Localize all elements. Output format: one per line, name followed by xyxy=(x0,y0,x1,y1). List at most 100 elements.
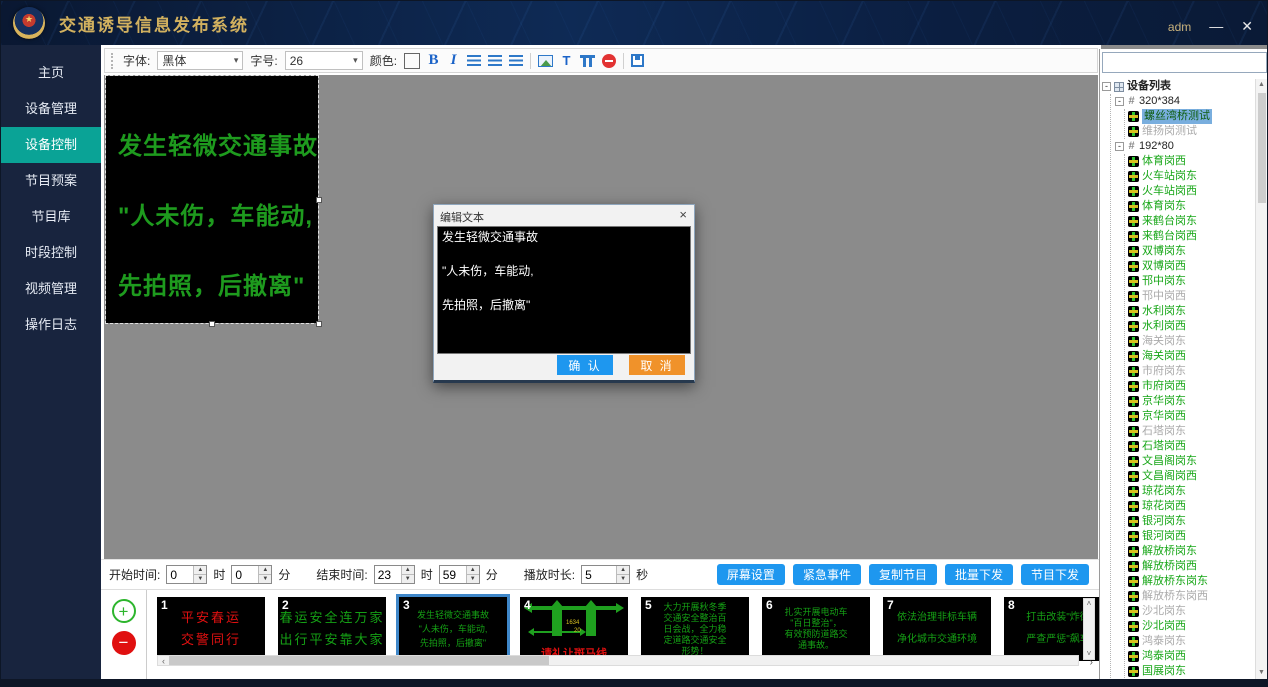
tree-device-item[interactable]: 体育岗西 xyxy=(1128,154,1255,169)
scroll-left-icon[interactable]: ‹ xyxy=(158,656,169,666)
tree-device-item[interactable]: 琼花岗东 xyxy=(1128,484,1255,499)
tree-device-item[interactable]: 解放桥岗东 xyxy=(1128,544,1255,559)
playlist-item-6[interactable]: 6扎实开展电动车"百日整治"，有效预防道路交通事故。 xyxy=(762,597,870,661)
sidebar-item-period-control[interactable]: 时段控制 xyxy=(1,235,101,271)
tree-device-item[interactable]: 解放桥岗西 xyxy=(1128,559,1255,574)
copy-program-button[interactable]: 复制节目 xyxy=(869,564,937,585)
spin-down-icon[interactable]: ▼ xyxy=(617,574,629,583)
start-minute-input[interactable] xyxy=(232,566,258,583)
end-minute-spinner[interactable]: ▲▼ xyxy=(439,565,480,584)
spin-up-icon[interactable]: ▲ xyxy=(617,566,629,574)
start-minute-spinner[interactable]: ▲▼ xyxy=(231,565,272,584)
playlist-item-2[interactable]: 2春运安全连万家出行平安靠大家 xyxy=(278,597,386,661)
bold-button[interactable]: B xyxy=(427,52,440,69)
tree-device-item[interactable]: 体育岗东 xyxy=(1128,199,1255,214)
playlist-item-1[interactable]: 1平安春运交警同行 xyxy=(157,597,265,661)
tree-device-item[interactable]: 火车站岗西 xyxy=(1128,184,1255,199)
tree-device-item[interactable]: 京华岗东 xyxy=(1128,394,1255,409)
screen-settings-button[interactable]: 屏幕设置 xyxy=(717,564,785,585)
spin-up-icon[interactable]: ▲ xyxy=(402,566,414,574)
spin-down-icon[interactable]: ▼ xyxy=(467,574,479,583)
insert-image-button[interactable] xyxy=(538,55,553,67)
device-tree-scrollbar[interactable]: ▲ ▼ xyxy=(1255,79,1267,679)
tree-root-row[interactable]: - 设备列表 xyxy=(1102,79,1255,94)
sidebar-item-video-management[interactable]: 视频管理 xyxy=(1,271,101,307)
design-canvas[interactable]: 发生轻微交通事故"人未伤，车能动,先拍照，后撤离" 编辑文本 × 确 认 取 消 xyxy=(104,75,1098,559)
horizontal-scroll-thumb[interactable] xyxy=(169,656,549,665)
batch-send-button[interactable]: 批量下发 xyxy=(945,564,1013,585)
spin-down-icon[interactable]: ▼ xyxy=(259,574,271,583)
cancel-button[interactable]: 取 消 xyxy=(629,355,685,375)
save-button[interactable] xyxy=(631,54,644,67)
tree-device-item[interactable]: 海关岗西 xyxy=(1128,349,1255,364)
start-hour-input[interactable] xyxy=(167,566,193,583)
tree-device-item[interactable]: 沙北岗东 xyxy=(1128,604,1255,619)
end-minute-input[interactable] xyxy=(440,566,466,583)
playlist-vertical-scrollbar[interactable]: ˄ ˅ xyxy=(1083,598,1095,660)
device-search-input[interactable] xyxy=(1102,52,1267,73)
scroll-right-icon[interactable]: › xyxy=(1090,657,1093,668)
scroll-up-icon[interactable]: ▲ xyxy=(1258,79,1265,91)
scroll-down-icon[interactable]: ▼ xyxy=(1258,667,1265,679)
scroll-up-icon[interactable]: ˄ xyxy=(1087,599,1092,609)
end-hour-input[interactable] xyxy=(375,566,401,583)
tree-device-item[interactable]: 水利岗东 xyxy=(1128,304,1255,319)
sidebar-item-home[interactable]: 主页 xyxy=(1,55,101,91)
sidebar-item-device-management[interactable]: 设备管理 xyxy=(1,91,101,127)
spin-up-icon[interactable]: ▲ xyxy=(259,566,271,574)
font-size-select[interactable]: 26 ▾ xyxy=(285,51,363,70)
font-family-select[interactable]: 黑体 ▾ xyxy=(157,51,243,70)
tree-device-item[interactable]: 石塔岗东 xyxy=(1128,424,1255,439)
minimize-icon[interactable]: — xyxy=(1209,19,1223,33)
tree-device-item[interactable]: 石塔岗西 xyxy=(1128,439,1255,454)
collapse-icon[interactable]: - xyxy=(1115,142,1124,151)
tree-device-item[interactable]: 琼花岗西 xyxy=(1128,499,1255,514)
tree-device-item[interactable]: 海关岗东 xyxy=(1128,334,1255,349)
tree-device-item[interactable]: 解放桥东岗东 xyxy=(1128,574,1255,589)
tree-device-item[interactable]: 螺丝湾桥测试 xyxy=(1128,109,1255,124)
remove-frame-button[interactable]: − xyxy=(112,631,136,655)
align-right-button[interactable] xyxy=(509,55,523,66)
collapse-icon[interactable]: - xyxy=(1102,82,1111,91)
resize-handle-bottom[interactable] xyxy=(209,321,215,327)
spin-down-icon[interactable]: ▼ xyxy=(194,574,206,583)
tree-group-320*384[interactable]: -#320*384 xyxy=(1115,94,1255,109)
sidebar-item-program-plan[interactable]: 节目预案 xyxy=(1,163,101,199)
tree-device-item[interactable]: 市府岗东 xyxy=(1128,364,1255,379)
color-swatch[interactable] xyxy=(404,53,420,69)
tree-device-item[interactable]: 文昌阁岗东 xyxy=(1128,454,1255,469)
tree-device-item[interactable]: 文昌阁岗西 xyxy=(1128,469,1255,484)
spin-up-icon[interactable]: ▲ xyxy=(194,566,206,574)
playlist-item-3[interactable]: 3发生轻微交通事故"人未伤，车能动,先拍照，后撤离" xyxy=(399,597,507,661)
tree-device-item[interactable]: 银河岗东 xyxy=(1128,514,1255,529)
tree-device-item[interactable]: 鸿泰岗东 xyxy=(1128,634,1255,649)
sidebar-item-operation-log[interactable]: 操作日志 xyxy=(1,307,101,343)
tree-device-item[interactable]: 京华岗西 xyxy=(1128,409,1255,424)
program-send-button[interactable]: 节目下发 xyxy=(1021,564,1089,585)
align-center-button[interactable] xyxy=(488,55,502,66)
italic-button[interactable]: I xyxy=(447,52,460,69)
tree-device-item[interactable]: 沙北岗西 xyxy=(1128,619,1255,634)
tree-device-item[interactable]: 来鹤台岗西 xyxy=(1128,229,1255,244)
tree-device-item[interactable]: 来鹤台岗东 xyxy=(1128,214,1255,229)
tree-device-item[interactable]: 火车站岗东 xyxy=(1128,169,1255,184)
led-screen-preview[interactable]: 发生轻微交通事故"人未伤，车能动,先拍照，后撤离" xyxy=(106,76,318,323)
tree-device-item[interactable]: 双博岗西 xyxy=(1128,259,1255,274)
insert-text-button[interactable]: T xyxy=(560,53,573,68)
tree-device-item[interactable]: 双博岗东 xyxy=(1128,244,1255,259)
confirm-button[interactable]: 确 认 xyxy=(557,355,613,375)
add-frame-button[interactable]: + xyxy=(112,599,136,623)
start-hour-spinner[interactable]: ▲▼ xyxy=(166,565,207,584)
road-sign-button[interactable] xyxy=(580,55,595,67)
tree-device-item[interactable]: 维扬岗测试 xyxy=(1128,124,1255,139)
close-icon[interactable]: ✕ xyxy=(1241,19,1253,33)
spin-up-icon[interactable]: ▲ xyxy=(467,566,479,574)
dialog-close-icon[interactable]: × xyxy=(679,207,687,222)
duration-input[interactable] xyxy=(582,566,616,583)
resize-handle-right[interactable] xyxy=(316,197,322,203)
tree-device-item[interactable]: 邗中岗西 xyxy=(1128,289,1255,304)
playlist-horizontal-scrollbar[interactable]: ‹ xyxy=(157,655,1079,666)
tree-device-item[interactable]: 银河岗西 xyxy=(1128,529,1255,544)
tree-device-item[interactable]: 解放桥东岗西 xyxy=(1128,589,1255,604)
tree-scroll-thumb[interactable] xyxy=(1258,93,1266,203)
